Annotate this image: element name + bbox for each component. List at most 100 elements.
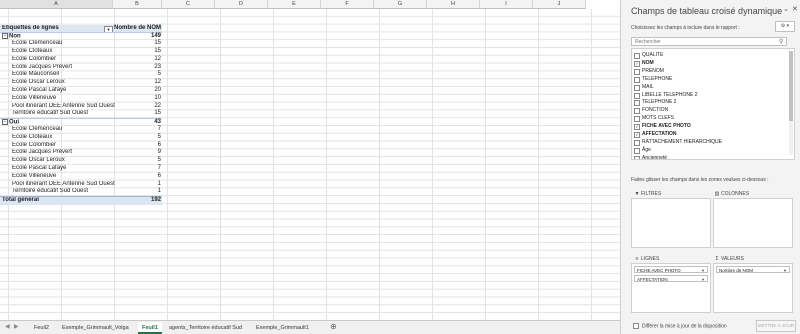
pill-label: AFFECTATION xyxy=(637,277,668,282)
pivot-item-row[interactable]: Ecole Oscar Leroux 12 xyxy=(0,79,162,87)
field-checkbox[interactable] xyxy=(634,84,640,91)
column-header-c[interactable]: C xyxy=(162,0,215,9)
column-header-a[interactable]: A xyxy=(0,0,113,9)
row-value: 15 xyxy=(154,110,161,117)
field-label: RATTACHEMENT HIERARCHIQUE xyxy=(642,138,723,145)
column-header-f[interactable]: F xyxy=(321,0,374,9)
chevron-down-icon[interactable]: ▼ xyxy=(701,276,705,283)
pane-title: Champs de tableau croisé dynamique xyxy=(631,6,783,16)
field-checkbox[interactable] xyxy=(634,100,640,107)
filters-drop-zone[interactable] xyxy=(631,198,711,248)
field-list: QUALITE ✓ NOM PRENOM TELEPHONE MAIL LIBELLE TE… xyxy=(631,48,795,160)
pivot-item-row[interactable]: Ecole Jacques Prévert 9 xyxy=(0,149,162,157)
chevron-down-icon[interactable]: ▼ xyxy=(783,267,787,274)
item-label: Ecole Oscar Leroux xyxy=(12,157,65,164)
pivot-total-row[interactable]: Total général 192 xyxy=(0,196,162,205)
collapse-icon[interactable]: − xyxy=(2,119,8,126)
field-checkbox[interactable] xyxy=(634,155,640,159)
scrollbar-thumb[interactable] xyxy=(789,51,793,121)
update-button[interactable]: METTRE À JOUR xyxy=(756,320,796,332)
field-checkbox[interactable]: ✓ xyxy=(634,60,640,67)
column-header-d[interactable]: D xyxy=(215,0,268,9)
checkbox[interactable] xyxy=(633,323,639,329)
item-label: Ecole Jacques Prévert xyxy=(12,149,73,156)
cell-grid[interactable]: Étiquettes de lignes Nombre de NOM ▼ − Non 14… xyxy=(0,9,620,320)
item-label: Territoire éducatif Sud Ouest xyxy=(12,188,89,195)
pivot-item-row[interactable]: Ecole Jacques Prévert 23 xyxy=(0,64,162,72)
row-value: 192 xyxy=(150,197,161,204)
values-area-header: Σ VALEURS xyxy=(713,255,744,263)
field-checkbox[interactable] xyxy=(634,76,640,83)
row-value: 5 xyxy=(157,157,161,164)
pivot-item-row[interactable]: Ecole Pascal Lafaye 7 xyxy=(0,165,162,173)
pivot-item-row[interactable]: Territoire éducatif Sud Ouest 1 xyxy=(0,188,162,196)
field-checkbox[interactable]: ✓ xyxy=(634,124,640,131)
tab-prev-icon[interactable]: ◀ xyxy=(5,323,10,330)
close-icon[interactable]: ✕ xyxy=(792,5,798,13)
pivot-item-row[interactable]: Pool itinérant DEE Antenne Sud Ouest 22 xyxy=(0,103,162,111)
row-value: 7 xyxy=(157,165,161,171)
pivot-item-row[interactable]: Territoire éducatif Sud Ouest 15 xyxy=(0,110,162,118)
sheet-tab[interactable]: Exemple_Grimmault_Volga xyxy=(58,322,133,334)
field-settings-button[interactable]: ⚙ ▾ xyxy=(775,21,795,32)
field-checkbox[interactable] xyxy=(634,139,640,146)
defer-update-checkbox[interactable]: Différer la mise à jour de la dispositio… xyxy=(633,323,727,329)
pivot-item-row[interactable]: Ecole Clémenceau 7 xyxy=(0,126,162,134)
pivot-item-row[interactable]: Ecole Clémenceau 15 xyxy=(0,40,162,48)
area-field-pill[interactable]: FICHE AVEC PHOTO ▼ xyxy=(634,266,708,273)
pivot-item-row[interactable]: Ecole Pascal Lafaye 20 xyxy=(0,87,162,95)
row-labels-header: Étiquettes de lignes xyxy=(2,24,59,31)
pivot-item-row[interactable]: Ecole Colombier 6 xyxy=(0,142,162,150)
drag-hint: Faites glisser les champs dans les zones… xyxy=(631,177,769,183)
sheet-tab[interactable]: Feuil2 xyxy=(30,322,53,334)
group-name: Non xyxy=(9,33,21,40)
row-value: 5 xyxy=(157,71,161,78)
row-value: 23 xyxy=(154,63,161,70)
field-checkbox[interactable] xyxy=(634,68,640,75)
pivot-item-row[interactable]: Ecole Cloteaux 15 xyxy=(0,48,162,56)
pivot-item-row[interactable]: Ecole Colombier 12 xyxy=(0,56,162,64)
sheet-tab-bar: ◀ ▶ Feuil2 Exemple_Grimmault_Volga Feuil1 a… xyxy=(0,320,620,334)
collapse-icon[interactable]: − xyxy=(2,33,8,40)
sheet-tab[interactable]: Exemple_Grimmault1 xyxy=(252,322,313,334)
field-list-scrollbar[interactable] xyxy=(789,51,793,155)
field-checkbox[interactable] xyxy=(634,116,640,123)
total-label: Total général xyxy=(2,197,39,204)
tab-next-icon[interactable]: ▶ xyxy=(14,323,19,330)
row-value: 6 xyxy=(157,172,161,179)
pivot-item-row[interactable]: Ecole Mauconseil 5 xyxy=(0,71,162,79)
field-checkbox[interactable] xyxy=(634,108,640,115)
pane-options-chevron-icon[interactable]: ⌄ xyxy=(783,5,789,13)
field-checkbox[interactable] xyxy=(634,53,640,59)
chevron-down-icon[interactable]: ▼ xyxy=(701,267,705,274)
pivot-item-row[interactable]: Ecole Villeneuve 10 xyxy=(0,95,162,103)
pivot-item-row[interactable]: Pool itinérant DEE Antenne Sud Ouest 1 xyxy=(0,181,162,189)
plus-circle-icon[interactable]: ⊕ xyxy=(330,322,337,331)
column-header-g[interactable]: G xyxy=(374,0,427,9)
field-search-input[interactable] xyxy=(631,37,787,46)
row-value: 22 xyxy=(154,102,161,109)
column-header-b[interactable]: B xyxy=(113,0,162,9)
sheet-tab[interactable]: Feuil1 xyxy=(138,322,162,334)
area-field-pill[interactable]: AFFECTATION ▼ xyxy=(634,275,708,282)
field-checkbox[interactable] xyxy=(634,92,640,99)
rows-area-header: ≡ LIGNES xyxy=(633,255,660,263)
values-drop-zone[interactable]: Nombre de NOM ▼ xyxy=(713,263,793,313)
row-value: 1 xyxy=(157,180,161,187)
field-label: Ancienneté xyxy=(642,154,668,160)
column-header-e[interactable]: E xyxy=(268,0,321,9)
column-header-j[interactable]: J xyxy=(533,0,586,9)
pivot-item-row[interactable]: Ecole Villeneuve 6 xyxy=(0,173,162,181)
row-value: 15 xyxy=(154,48,161,54)
columns-area-header: ▥ COLONNES xyxy=(714,191,750,197)
pivot-item-row[interactable]: Ecole Oscar Leroux 5 xyxy=(0,157,162,165)
area-field-pill[interactable]: Nombre de NOM ▼ xyxy=(716,266,790,273)
field-checkbox[interactable] xyxy=(634,147,640,154)
rows-drop-zone[interactable]: FICHE AVEC PHOTO ▼ AFFECTATION ▼ xyxy=(631,263,711,313)
pivot-item-row[interactable]: Ecole Cloteaux 5 xyxy=(0,134,162,142)
field-checkbox[interactable]: ✓ xyxy=(634,132,640,138)
column-header-h[interactable]: H xyxy=(427,0,480,9)
columns-drop-zone[interactable] xyxy=(713,198,793,248)
column-header-i[interactable]: I xyxy=(480,0,533,9)
sheet-tab[interactable]: agents_Territoire éducatif Sud xyxy=(165,322,246,334)
